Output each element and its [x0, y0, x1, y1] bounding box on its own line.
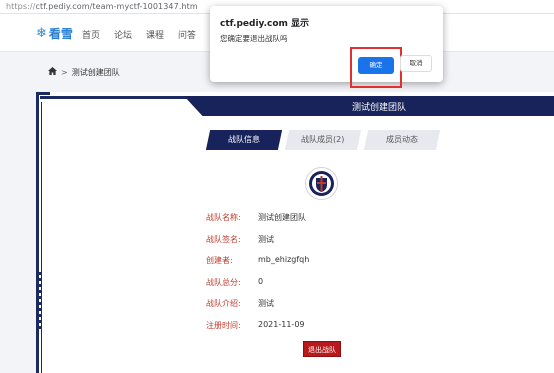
main-nav: 首页 论坛 课程 问答 — [82, 28, 210, 41]
field-label: 注册时间: — [206, 321, 241, 330]
field-value: 0 — [258, 277, 264, 286]
site-logo[interactable]: ❄ 看雪 — [36, 25, 73, 42]
logo-text: 看雪 — [48, 27, 73, 41]
nav-home[interactable]: 首页 — [82, 28, 100, 41]
tab-team-info-label: 战队信息 — [228, 135, 260, 144]
field-value: 测试 — [258, 235, 274, 244]
breadcrumb-current: 测试创建团队 — [71, 68, 120, 77]
field-label: 战队介绍: — [206, 299, 241, 308]
panel-dash-decoration — [39, 272, 42, 332]
dialog-title: ctf.pediy.com 显示 — [220, 19, 310, 29]
nav-qa[interactable]: 问答 — [178, 28, 196, 41]
nav-forum[interactable]: 论坛 — [114, 28, 132, 41]
tab-member-activity-label: 成员动态 — [386, 135, 418, 144]
tab-member-activity[interactable]: 成员动态 — [363, 130, 441, 150]
field-value: 测试 — [258, 299, 274, 308]
ok-button[interactable]: 确定 — [358, 57, 394, 74]
cancel-button[interactable]: 取消 — [400, 55, 432, 72]
url-path: ctf.pediy.com/team-myctf-1001347.htm — [35, 2, 198, 11]
dialog-message: 您确定要退出战队吗 — [220, 34, 288, 43]
team-title-banner: 测试创建团队 — [184, 96, 554, 116]
breadcrumb: > 测试创建团队 — [48, 67, 120, 78]
field-label: 战队总分: — [206, 278, 241, 287]
ok-button-highlight: 确定 — [350, 47, 402, 88]
tab-team-members-label: 战队成员(2) — [301, 135, 345, 144]
field-label: 战队签名: — [206, 235, 241, 244]
field-value: 测试创建团队 — [258, 213, 306, 222]
field-label: 创建者: — [206, 256, 233, 265]
field-team-intro: 战队介绍: 测试 — [206, 298, 274, 309]
confirm-dialog: ctf.pediy.com 显示 您确定要退出战队吗 确定 取消 — [210, 6, 443, 88]
panel-frame-inner-line — [41, 102, 42, 373]
team-title: 测试创建团队 — [351, 103, 406, 113]
quit-team-button[interactable]: 退出战队 — [303, 341, 341, 357]
home-icon[interactable] — [48, 67, 57, 78]
field-value: 2021-11-09 — [258, 320, 305, 329]
url-scheme: https:// — [6, 2, 36, 11]
tab-team-members[interactable]: 战队成员(2) — [284, 130, 362, 150]
field-value: mb_ehizgfqh — [258, 255, 310, 264]
field-team-name: 战队名称: 测试创建团队 — [206, 212, 306, 223]
field-team-signature: 战队签名: 测试 — [206, 234, 274, 245]
field-label: 战队名称: — [206, 213, 241, 222]
field-register-time: 注册时间: 2021-11-09 — [206, 320, 305, 331]
breadcrumb-separator: > — [61, 68, 68, 77]
field-team-score: 战队总分: 0 — [206, 277, 263, 288]
field-creator: 创建者: mb_ehizgfqh — [206, 255, 309, 266]
team-emblem-icon — [305, 167, 338, 200]
tab-team-info[interactable]: 战队信息 — [205, 130, 283, 150]
snowflake-icon: ❄ — [36, 26, 47, 41]
nav-courses[interactable]: 课程 — [146, 28, 164, 41]
url-text[interactable]: https://ctf.pediy.com/team-myctf-1001347… — [6, 2, 198, 11]
